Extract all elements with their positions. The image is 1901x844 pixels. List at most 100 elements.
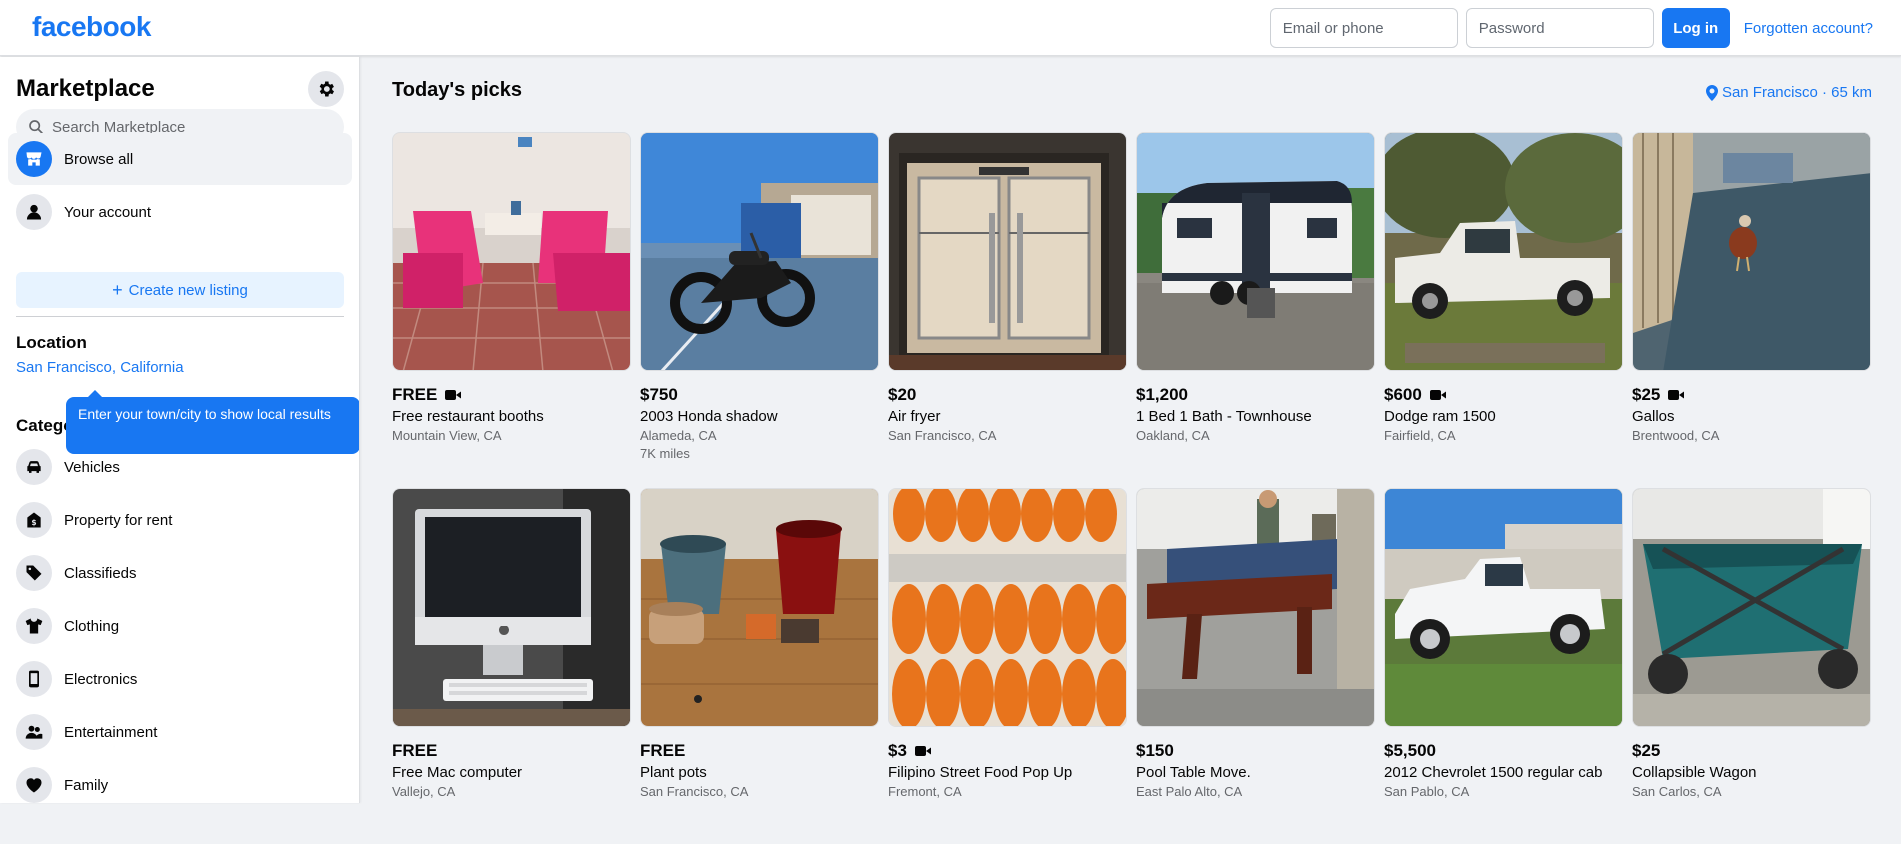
- listing-grid: FREE Free restaurant booths Mountain Vie…: [392, 132, 1871, 844]
- sidebar-item-classifieds[interactable]: Classifieds: [8, 547, 352, 599]
- listing-price: $150: [1136, 741, 1174, 760]
- create-listing-label: Create new listing: [128, 281, 248, 299]
- location-filter-label: San Francisco · 65 km: [1721, 84, 1872, 101]
- listing-card[interactable]: $1,200 1 Bed 1 Bath - Townhouse Oakland,…: [1136, 132, 1375, 488]
- listing-card[interactable]: $20 Air fryer San Francisco, CA: [888, 132, 1127, 488]
- listing-price-row: FREE: [392, 741, 631, 761]
- listing-location: Brentwood, CA: [1632, 428, 1720, 443]
- listing-location: Alameda, CA: [640, 428, 717, 443]
- listing-photo: [1632, 488, 1871, 727]
- login-form: Log in Forgotten account?: [1269, 8, 1873, 48]
- sidebar-header: Marketplace: [16, 69, 344, 109]
- listing-location: Fairfield, CA: [1384, 428, 1456, 443]
- sidebar-item-clothing[interactable]: Clothing: [8, 600, 352, 652]
- listing-photo: [1384, 488, 1623, 727]
- listing-photo: [392, 488, 631, 727]
- listing-title: 2003 Honda shadow: [640, 408, 778, 425]
- forgot-account-link[interactable]: Forgotten account?: [1744, 20, 1873, 37]
- sidebar-item-family[interactable]: Family: [8, 759, 352, 803]
- listing-price-row: FREE: [640, 741, 879, 761]
- sidebar-item-electronics[interactable]: Electronics: [8, 653, 352, 705]
- listing-price-row: $150: [1136, 741, 1375, 761]
- listing-price-row: $600: [1384, 385, 1623, 405]
- listing-card[interactable]: $25 Collapsible Wagon San Carlos, CA: [1632, 488, 1871, 844]
- phone-icon: [16, 661, 52, 697]
- listing-location: San Francisco, CA: [888, 428, 997, 443]
- location-tooltip: Enter your town/city to show local resul…: [66, 390, 359, 454]
- listing-card[interactable]: $5,500 2012 Chevrolet 1500 regular cab S…: [1384, 488, 1623, 844]
- listing-price-row: $25: [1632, 385, 1871, 405]
- listing-price-row: $25: [1632, 741, 1871, 761]
- listing-card[interactable]: FREE Free restaurant booths Mountain Vie…: [392, 132, 631, 488]
- sidebar-item-label: Entertainment: [64, 723, 158, 741]
- location-filter[interactable]: San Francisco · 65 km: [1705, 84, 1872, 101]
- listing-photo: [1632, 132, 1871, 371]
- top-bar: facebook Log in Forgotten account?: [0, 0, 1901, 56]
- listing-price: $20: [888, 385, 917, 404]
- listing-price: $25: [1632, 385, 1661, 404]
- listing-price: $25: [1632, 741, 1661, 760]
- listing-price-row: FREE: [392, 385, 631, 405]
- settings-button[interactable]: [308, 71, 344, 107]
- listing-title: Dodge ram 1500: [1384, 408, 1496, 425]
- listing-card[interactable]: FREE Plant pots San Francisco, CA: [640, 488, 879, 844]
- listing-card[interactable]: $150 Pool Table Move. East Palo Alto, CA: [1136, 488, 1375, 844]
- listing-title: 2012 Chevrolet 1500 regular cab: [1384, 764, 1603, 781]
- video-icon: [1429, 390, 1446, 400]
- listing-price: $5,500: [1384, 741, 1436, 760]
- listing-card[interactable]: $25 Gallos Brentwood, CA: [1632, 132, 1871, 488]
- listing-mileage: 7K miles: [640, 446, 690, 461]
- main-content: Today's picks San Francisco · 65 km FREE…: [392, 57, 1872, 803]
- listing-price: $3: [888, 741, 907, 760]
- listing-photo: [640, 132, 879, 371]
- listing-price-row: $20: [888, 385, 1127, 405]
- sidebar-item-property-for-rent[interactable]: $ Property for rent: [8, 494, 352, 546]
- location-heading: Location: [16, 333, 87, 352]
- sidebar-item-your-account[interactable]: Your account: [8, 186, 352, 238]
- store-icon: [16, 141, 52, 177]
- password-field[interactable]: [1465, 8, 1654, 48]
- listing-photo: [640, 488, 879, 727]
- location-link[interactable]: San Francisco, California: [16, 359, 184, 376]
- listing-price: $600: [1384, 385, 1422, 404]
- listing-location: San Carlos, CA: [1632, 784, 1722, 799]
- listing-card[interactable]: $750 2003 Honda shadow Alameda, CA 7K mi…: [640, 132, 879, 488]
- facebook-logo[interactable]: facebook: [32, 11, 151, 43]
- login-button[interactable]: Log in: [1661, 8, 1730, 48]
- sidebar-item-entertainment[interactable]: Entertainment: [8, 706, 352, 758]
- sidebar-item-label: Property for rent: [64, 511, 173, 529]
- sidebar-item-label: Vehicles: [64, 458, 120, 476]
- heart-icon: [16, 767, 52, 803]
- listing-photo: [1136, 132, 1375, 371]
- car-icon: [16, 449, 52, 485]
- listing-title: 1 Bed 1 Bath - Townhouse: [1136, 408, 1312, 425]
- listing-price-row: $5,500: [1384, 741, 1623, 761]
- sidebar-item-browse-all[interactable]: Browse all: [8, 133, 352, 185]
- email-field[interactable]: [1269, 8, 1458, 48]
- shirt-icon: [16, 608, 52, 644]
- plus-icon: +: [112, 280, 123, 300]
- listing-price: FREE: [392, 385, 438, 404]
- house-dollar-icon: $: [16, 502, 52, 538]
- video-icon: [1668, 390, 1685, 400]
- listing-price-row: $3: [888, 741, 1127, 761]
- listing-location: East Palo Alto, CA: [1136, 784, 1243, 799]
- listing-location: Mountain View, CA: [392, 428, 502, 443]
- listing-photo: [888, 488, 1127, 727]
- listing-title: Air fryer: [888, 408, 941, 425]
- create-listing-button[interactable]: + Create new listing: [16, 272, 344, 308]
- listing-title: Filipino Street Food Pop Up: [888, 764, 1073, 781]
- divider: [16, 316, 344, 317]
- listing-title: Free restaurant booths: [392, 408, 544, 425]
- listing-photo: [888, 132, 1127, 371]
- listing-card[interactable]: $3 Filipino Street Food Pop Up Fremont, …: [888, 488, 1127, 844]
- listing-location: Oakland, CA: [1136, 428, 1210, 443]
- sidebar-item-label: Browse all: [64, 150, 134, 168]
- listing-card[interactable]: $600 Dodge ram 1500 Fairfield, CA: [1384, 132, 1623, 488]
- location-pin-icon: [1705, 84, 1718, 101]
- listing-card[interactable]: FREE Free Mac computer Vallejo, CA: [392, 488, 631, 844]
- listing-price-row: $750: [640, 385, 879, 405]
- sidebar-item-label: Electronics: [64, 670, 138, 688]
- svg-text:$: $: [31, 518, 36, 527]
- sidebar-item-label: Your account: [64, 203, 152, 221]
